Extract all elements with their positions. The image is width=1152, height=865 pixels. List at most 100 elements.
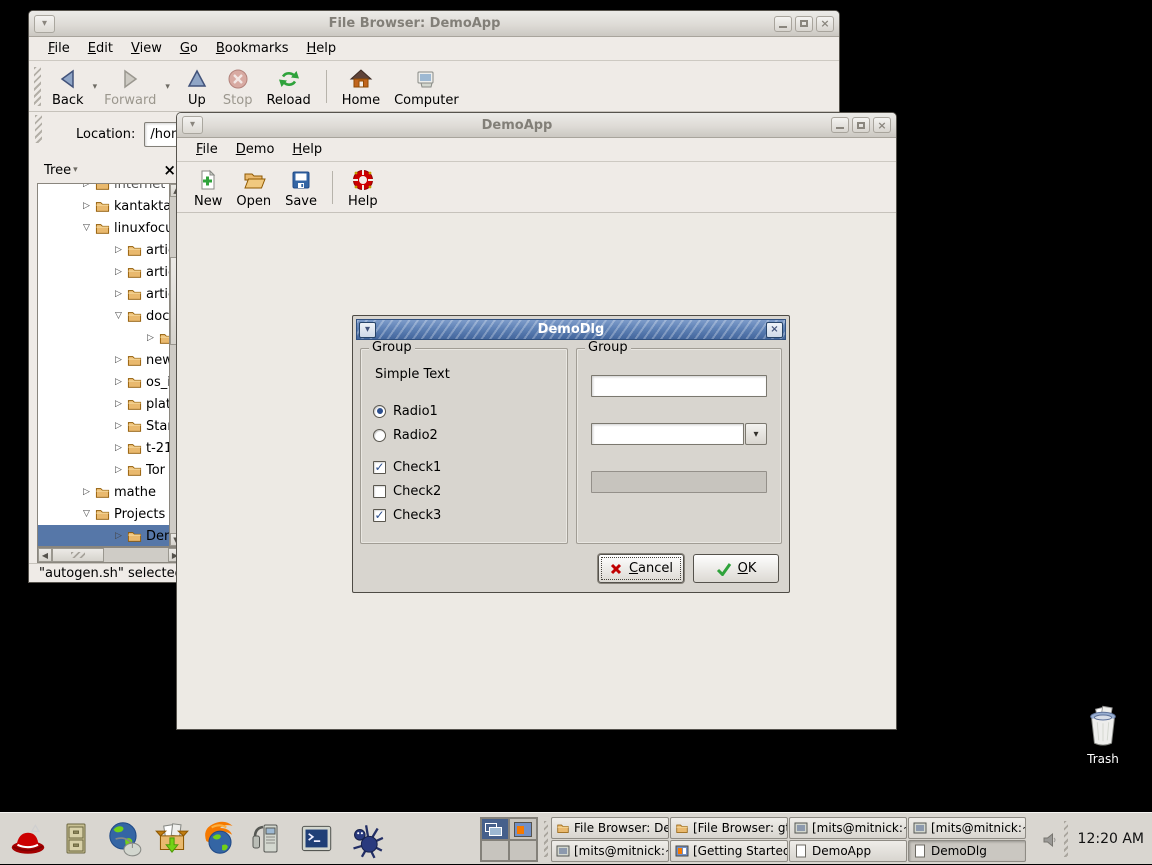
tree-row-selected[interactable]: ▷DemoA — [38, 525, 169, 547]
taskbar-window-demoapp[interactable]: DemoApp — [789, 840, 907, 862]
taskbar-window-terminal-3[interactable]: [mits@mitnick:~ — [908, 817, 1026, 839]
tree-row[interactable]: ▷kantakta — [38, 195, 169, 217]
check2-option[interactable]: Check2 — [373, 481, 441, 501]
tree-row[interactable]: ▷Mic — [38, 327, 169, 349]
tree-row[interactable]: ▷Tor Lil — [38, 459, 169, 481]
expander-icon[interactable]: ▷ — [112, 355, 125, 365]
menu-help[interactable]: Help — [283, 140, 331, 159]
tree-row[interactable]: ▷mathe — [38, 481, 169, 503]
combo-dropdown-button[interactable]: ▾ — [745, 423, 767, 445]
clock-handle[interactable] — [1064, 821, 1068, 857]
tree-row[interactable]: ▷internet — [38, 183, 169, 195]
tree-row[interactable]: ▷article — [38, 283, 169, 305]
combo-input[interactable] — [591, 423, 744, 445]
expander-icon[interactable]: ▷ — [112, 399, 125, 409]
printer-tool-launcher[interactable] — [245, 816, 290, 861]
tree-row[interactable]: ▷Standa — [38, 415, 169, 437]
check1-option[interactable]: ✓ Check1 — [373, 457, 441, 477]
taskbar-window-getting-started[interactable]: [Getting Started — [670, 840, 788, 862]
minimize-button[interactable] — [774, 16, 792, 32]
expander-icon[interactable]: ▷ — [112, 531, 125, 541]
text-input[interactable] — [591, 375, 767, 397]
expander-icon[interactable]: ▷ — [80, 487, 93, 497]
expander-icon[interactable]: ▷ — [80, 183, 93, 189]
expander-icon[interactable]: ▷ — [80, 201, 93, 211]
scrollbar-track[interactable] — [104, 548, 168, 562]
up-button[interactable]: Up — [178, 64, 216, 109]
tree-row[interactable]: ▷article — [38, 239, 169, 261]
menu-demo[interactable]: Demo — [227, 140, 284, 159]
location-grip[interactable] — [35, 115, 42, 143]
tree-row[interactable]: ▽linuxfocu — [38, 217, 169, 239]
workspace-4[interactable] — [509, 840, 537, 862]
expander-icon[interactable]: ▽ — [80, 223, 93, 233]
scrollbar-thumb[interactable] — [52, 548, 104, 562]
menu-view[interactable]: View — [122, 39, 171, 58]
cancel-button[interactable]: Cancel — [598, 554, 684, 583]
web-browser-launcher[interactable] — [101, 816, 146, 861]
scroll-left-button[interactable]: ◀ — [38, 548, 52, 562]
sidebar-title[interactable]: Tree — [44, 163, 71, 178]
tree-row[interactable]: ▽Projects — [38, 503, 169, 525]
window-list-handle[interactable] — [544, 821, 548, 857]
file-browser-titlebar[interactable]: ▾ File Browser: DemoApp × — [29, 11, 839, 37]
menu-bookmarks[interactable]: Bookmarks — [207, 39, 298, 58]
expander-icon[interactable]: ▷ — [112, 267, 125, 277]
terminal-launcher[interactable] — [293, 816, 338, 861]
mozilla-browser-launcher[interactable] — [197, 816, 242, 861]
help-button[interactable]: Help — [341, 165, 385, 210]
menu-go[interactable]: Go — [171, 39, 207, 58]
workspace-1-active[interactable] — [481, 818, 509, 840]
taskbar-window-terminal-2[interactable]: [mits@mitnick:~ — [789, 817, 907, 839]
expander-icon[interactable]: ▽ — [112, 311, 125, 321]
menu-file[interactable]: File — [187, 140, 227, 159]
bug-reporter-launcher[interactable] — [341, 816, 386, 861]
back-button[interactable]: Back — [45, 64, 91, 109]
window-menu-button[interactable]: ▾ — [182, 116, 203, 134]
tree-row[interactable]: ▷t-2155 — [38, 437, 169, 459]
toolbar-grip[interactable] — [34, 67, 41, 106]
maximize-button[interactable] — [852, 117, 870, 133]
open-button[interactable]: Open — [229, 165, 278, 210]
tree-row[interactable]: ▷platfor — [38, 393, 169, 415]
menu-file[interactable]: File — [39, 39, 79, 58]
demoapp-titlebar[interactable]: ▾ DemoApp × — [177, 113, 896, 138]
save-button[interactable]: Save — [278, 165, 324, 210]
expander-icon[interactable]: ▷ — [112, 465, 125, 475]
radio1-option[interactable]: Radio1 — [373, 401, 438, 421]
window-menu-button[interactable]: ▾ — [359, 322, 376, 338]
check3-option[interactable]: ✓ Check3 — [373, 505, 441, 525]
close-button[interactable]: × — [873, 117, 891, 133]
tree-row[interactable]: ▷article — [38, 261, 169, 283]
close-button[interactable]: × — [766, 322, 783, 338]
workspace-2[interactable] — [509, 818, 537, 840]
file-manager-launcher[interactable] — [53, 816, 98, 861]
radio2-option[interactable]: Radio2 — [373, 425, 438, 445]
workspace-3[interactable] — [481, 840, 509, 862]
combo-box[interactable]: ▾ — [591, 423, 767, 445]
reload-button[interactable]: Reload — [259, 64, 317, 109]
expander-icon[interactable]: ▷ — [112, 421, 125, 431]
ok-button[interactable]: OK — [693, 554, 779, 583]
expander-icon[interactable]: ▷ — [112, 289, 125, 299]
tree-horizontal-scrollbar[interactable]: ◀ ▶ — [37, 547, 183, 563]
window-menu-button[interactable]: ▾ — [34, 15, 55, 33]
trash-desktop-icon[interactable]: Trash — [1071, 705, 1135, 766]
new-button[interactable]: New — [187, 165, 229, 210]
sidebar-close-icon[interactable]: × — [163, 163, 176, 178]
tree-row[interactable]: ▷new00 — [38, 349, 169, 371]
expander-icon[interactable]: ▷ — [112, 377, 125, 387]
package-installer-launcher[interactable] — [149, 816, 194, 861]
home-button[interactable]: Home — [335, 64, 387, 109]
sidebar-dropdown-icon[interactable]: ▾ — [73, 165, 78, 175]
demodlg-titlebar[interactable]: ▾ DemoDlg × — [356, 319, 786, 340]
expander-icon[interactable]: ▷ — [144, 333, 157, 343]
taskbar-window-file-browser[interactable]: File Browser: De — [551, 817, 669, 839]
menu-edit[interactable]: Edit — [79, 39, 122, 58]
tree-row[interactable]: ▷os_inc — [38, 371, 169, 393]
maximize-button[interactable] — [795, 16, 813, 32]
taskbar-window-terminal[interactable]: [mits@mitnick:~ — [551, 840, 669, 862]
menu-help[interactable]: Help — [298, 39, 346, 58]
taskbar-window-demodlg[interactable]: DemoDlg — [908, 840, 1026, 862]
computer-button[interactable]: Computer — [387, 64, 466, 109]
